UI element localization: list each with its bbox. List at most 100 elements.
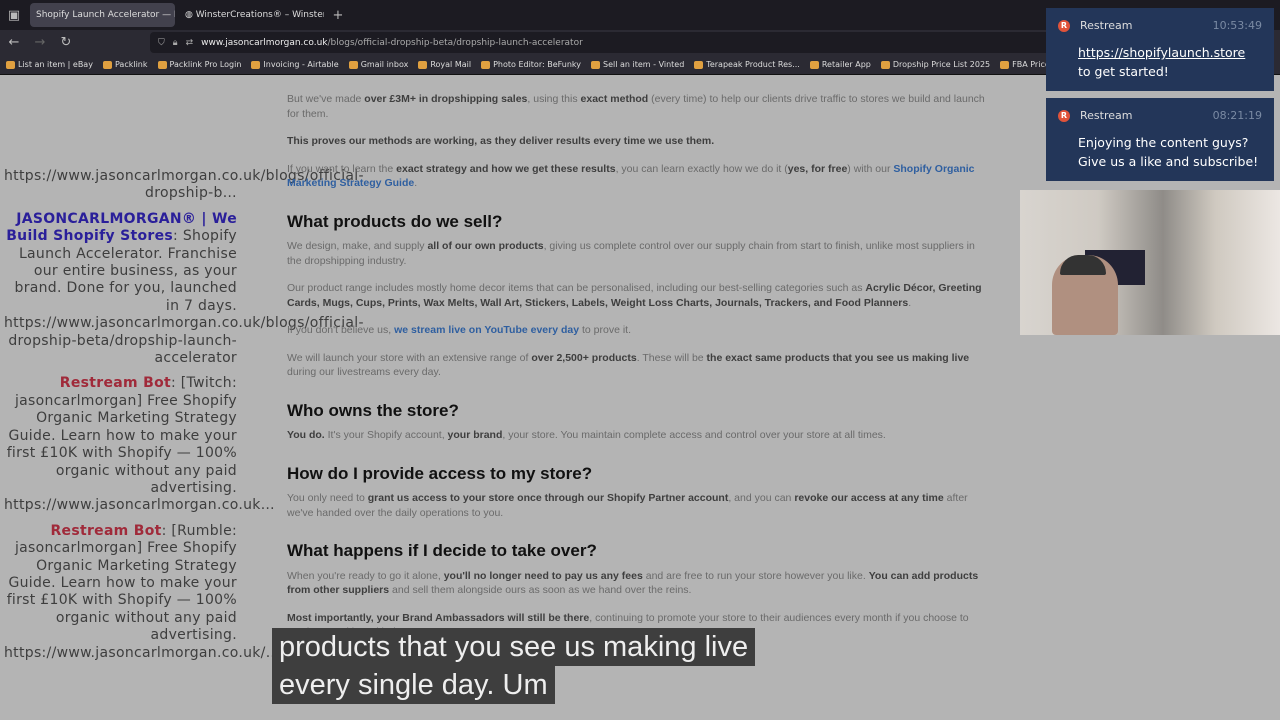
notification-link[interactable]: https://shopifylaunch.store xyxy=(1078,45,1245,60)
bookmark-icon xyxy=(157,60,167,69)
text: , your store. You maintain complete acce… xyxy=(502,429,886,441)
subtitle-caption: products that you see us making live eve… xyxy=(272,628,756,704)
text: But we've made xyxy=(287,93,365,105)
text: You only need to xyxy=(287,492,368,504)
caption-line-2: every single day. Um xyxy=(272,666,555,704)
bookmark-item[interactable]: Packlink Pro Login xyxy=(157,60,242,69)
url-domain: www.jasoncarlmorgan.co.uk xyxy=(201,37,328,48)
paragraph: But we've made over £3M+ in dropshipping… xyxy=(287,92,992,121)
bold-text: exact method xyxy=(580,93,649,105)
bookmark-icon xyxy=(348,60,358,69)
paragraph: If you don't believe us, we stream live … xyxy=(287,323,992,338)
restream-logo-icon: R xyxy=(1058,109,1070,122)
bookmark-item[interactable]: Sell an item - Vinted xyxy=(591,60,684,69)
notification-source: Restream xyxy=(1080,109,1133,122)
bookmark-label: Gmail inbox xyxy=(360,60,409,69)
bold-text: yes, for free xyxy=(787,162,848,175)
chat-text: [Rumble: jasoncarlmorgan] Free Shopify O… xyxy=(4,522,280,661)
address-bar[interactable]: ⛉ 🔒︎ ⇄ www.jasoncarlmorgan.co.uk/blogs/o… xyxy=(150,32,1050,53)
text: If you want to learn the xyxy=(287,162,397,175)
chat-message: https://www.jasoncarlmorgan.co.uk/blogs/… xyxy=(4,168,364,203)
paragraph: Our product range includes mostly home d… xyxy=(287,281,992,310)
tab-shopify-launch[interactable]: Shopify Launch Accelerator — Franc✕ xyxy=(30,3,175,27)
back-icon[interactable]: ← xyxy=(2,35,26,50)
section-heading: What happens if I decide to take over? xyxy=(287,541,992,560)
webcam-cap xyxy=(1060,255,1106,275)
chat-message: Restream Bot: [Rumble: jasoncarlmorgan] … xyxy=(4,522,280,661)
notification-text: Enjoying the content guys? Give us a lik… xyxy=(1078,135,1259,169)
bookmark-item[interactable]: Terapeak Product Res... xyxy=(694,60,800,69)
reload-icon[interactable]: ↻ xyxy=(54,35,78,50)
bookmark-item[interactable]: List an item | eBay xyxy=(6,60,93,69)
notification-time: 10:53:49 xyxy=(1212,19,1262,32)
bookmark-label: Packlink xyxy=(114,60,148,69)
new-tab-button[interactable]: + xyxy=(326,8,350,23)
text: We will launch your store with an extens… xyxy=(287,351,532,364)
bold-text: This proves our methods are working, as … xyxy=(287,135,715,147)
bookmark-icon xyxy=(591,60,601,69)
bookmark-item[interactable]: Packlink xyxy=(102,60,148,69)
bookmark-item[interactable]: Royal Mail xyxy=(418,60,471,69)
chat-message: Restream Bot: [Twitch: jasoncarlmorgan] … xyxy=(4,375,275,514)
bookmark-item[interactable]: Dropship Price List 2025 xyxy=(880,60,990,69)
bold-text: Most importantly, your Brand Ambassadors… xyxy=(287,611,590,624)
text: If you don't believe us, xyxy=(287,324,395,336)
caption-line-1: products that you see us making live xyxy=(272,628,756,666)
bookmark-label: Royal Mail xyxy=(430,60,472,69)
bold-text: you'll no longer need to pay us any fees xyxy=(443,569,643,582)
tab-list-icon[interactable]: ▣ xyxy=(2,8,26,23)
bookmark-item[interactable]: Photo Editor: BeFunky xyxy=(481,60,581,69)
bookmark-icon xyxy=(418,60,428,69)
text: , you can learn exactly how we do it ( xyxy=(615,162,788,175)
bookmark-icon xyxy=(6,60,15,69)
chat-text: [Twitch: jasoncarlmorgan] Free Shopify O… xyxy=(4,375,275,514)
bookmark-label: Retailer App xyxy=(821,60,871,69)
bold-text: You do. xyxy=(287,429,325,441)
bold-text: the exact same products that you see us … xyxy=(706,351,970,364)
notification-text: to get started! xyxy=(1078,64,1169,79)
bold-text: over £3M+ in dropshipping sales xyxy=(364,93,528,105)
text: during our livestreams every day. xyxy=(287,366,441,378)
url-path: /blogs/official-dropship-beta/dropship-l… xyxy=(327,37,583,48)
bookmark-item[interactable]: Gmail inbox xyxy=(348,60,409,69)
tab-winstercreations[interactable]: ◍ WinsterCreations® – WinsterCr✕ xyxy=(179,3,324,27)
text: and sell them alongside ours as soon as … xyxy=(389,584,692,596)
globe-icon: ◍ xyxy=(185,10,196,20)
forward-icon[interactable]: → xyxy=(28,35,52,50)
text: Who owns the store? xyxy=(287,400,459,420)
tab-label: WinsterCreations® – WinsterCr xyxy=(195,10,324,20)
bookmark-item[interactable]: Invoicing - Airtable xyxy=(251,60,339,69)
paragraph: You do. It's your Shopify account, your … xyxy=(287,428,992,443)
text: When you're ready to go it alone, xyxy=(287,569,444,582)
text: , and you can xyxy=(728,492,795,504)
bookmark-icon xyxy=(809,60,819,69)
notification-card: R Restream 10:53:49 https://shopifylaunch.… xyxy=(1046,8,1274,91)
notification-time: 08:21:19 xyxy=(1212,109,1262,122)
tab-label: Shopify Launch Accelerator — Franc xyxy=(36,10,175,20)
chat-message: JASONCARLMORGAN® | We Build Shopify Stor… xyxy=(4,210,364,367)
text: . xyxy=(908,296,912,309)
bookmark-label: List an item | eBay xyxy=(18,60,93,69)
section-heading: What products do we sell? xyxy=(287,211,992,231)
chat-author: Restream Bot xyxy=(59,375,171,392)
bookmark-icon xyxy=(481,60,491,69)
text: What happens if I decide to take over? xyxy=(287,541,597,560)
text: to prove it. xyxy=(579,324,632,336)
lock-icon: 🔒︎ xyxy=(172,37,178,48)
bookmark-icon xyxy=(880,60,890,69)
bookmark-label: Photo Editor: BeFunky xyxy=(493,60,582,69)
paragraph: We design, make, and supply all of our o… xyxy=(287,239,992,268)
url-text[interactable]: www.jasoncarlmorgan.co.uk/blogs/official… xyxy=(201,38,583,48)
notification-card: R Restream 08:21:19 Enjoying the content g… xyxy=(1046,98,1274,181)
article-link[interactable]: we stream live on YouTube every day xyxy=(394,324,579,336)
section-heading: Who owns the store? xyxy=(287,400,992,420)
bold-text: all of our own products xyxy=(427,240,544,252)
notification-source: Restream xyxy=(1080,19,1133,32)
text: We design, make, and supply xyxy=(287,240,428,252)
paragraph: This proves our methods are working, as … xyxy=(287,134,992,149)
bookmark-icon xyxy=(102,60,112,69)
restream-logo-icon: R xyxy=(1058,19,1070,32)
bookmark-label: Packlink Pro Login xyxy=(169,60,242,69)
text: What products do we sell? xyxy=(287,211,503,231)
bookmark-item[interactable]: Retailer App xyxy=(809,60,871,69)
